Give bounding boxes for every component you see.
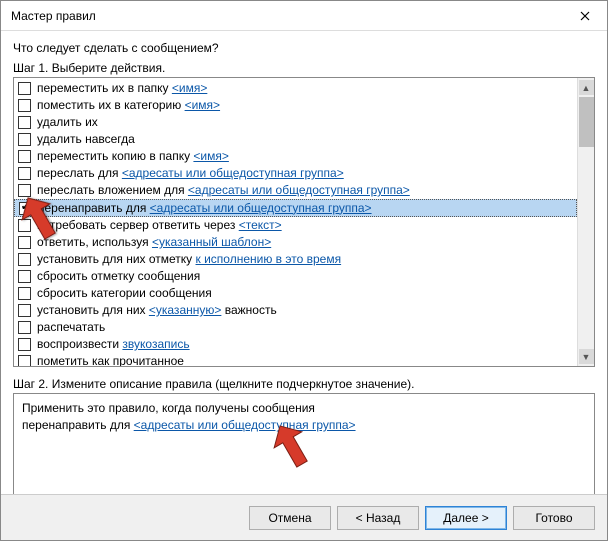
action-checkbox[interactable] xyxy=(18,184,31,197)
action-checkbox[interactable] xyxy=(18,133,31,146)
action-link[interactable]: <указанную> xyxy=(149,303,222,317)
action-checkbox[interactable] xyxy=(18,270,31,283)
action-label: удалить навсегда xyxy=(37,131,135,148)
action-row[interactable]: распечатать xyxy=(14,319,577,336)
step1-label: Шаг 1. Выберите действия. xyxy=(13,61,595,75)
action-label: установить для них отметку к исполнению … xyxy=(37,251,341,268)
action-label: перенаправить для <адресаты или общедост… xyxy=(38,200,372,217)
cancel-button[interactable]: Отмена xyxy=(249,506,331,530)
action-row[interactable]: потребовать сервер ответить через <текст… xyxy=(14,217,577,234)
action-row[interactable]: переслать вложением для <адресаты или об… xyxy=(14,182,577,199)
finish-button[interactable]: Готово xyxy=(513,506,595,530)
actions-listbox: переместить их в папку <имя>поместить их… xyxy=(13,77,595,367)
action-label: поместить их в категорию <имя> xyxy=(37,97,220,114)
rule-description-box: Применить это правило, когда получены со… xyxy=(13,393,595,495)
action-checkbox[interactable] xyxy=(18,253,31,266)
action-label: сбросить отметку сообщения xyxy=(37,268,200,285)
action-link[interactable]: <адресаты или общедоступная группа> xyxy=(122,166,344,180)
action-checkbox[interactable] xyxy=(18,236,31,249)
action-label: переместить копию в папку <имя> xyxy=(37,148,229,165)
action-row[interactable]: пометить как прочитанное xyxy=(14,353,577,366)
close-icon xyxy=(580,11,590,21)
action-checkbox[interactable] xyxy=(18,99,31,112)
scrollbar-thumb[interactable] xyxy=(579,97,594,147)
action-link[interactable]: <имя> xyxy=(193,149,228,163)
action-row[interactable]: воспроизвести звукозапись xyxy=(14,336,577,353)
rule-desc-line1: Применить это правило, когда получены со… xyxy=(22,400,586,417)
action-label: потребовать сервер ответить через <текст… xyxy=(37,217,282,234)
action-row[interactable]: переслать для <адресаты или общедоступна… xyxy=(14,165,577,182)
close-button[interactable] xyxy=(563,1,607,31)
action-checkbox[interactable] xyxy=(18,82,31,95)
action-row[interactable]: поместить их в категорию <имя> xyxy=(14,97,577,114)
scroll-up-icon[interactable]: ▲ xyxy=(579,80,594,95)
rule-desc-line2: перенаправить для <адресаты или общедост… xyxy=(22,417,586,434)
action-checkbox[interactable] xyxy=(18,304,31,317)
scrollbar[interactable]: ▲ ▼ xyxy=(577,78,594,366)
action-row[interactable]: сбросить отметку сообщения xyxy=(14,268,577,285)
action-row[interactable]: переместить копию в папку <имя> xyxy=(14,148,577,165)
back-button[interactable]: < Назад xyxy=(337,506,419,530)
action-checkbox[interactable] xyxy=(18,355,31,366)
action-link[interactable]: <указанный шаблон> xyxy=(152,235,271,249)
action-label: ответить, используя <указанный шаблон> xyxy=(37,234,271,251)
action-link[interactable]: <имя> xyxy=(172,81,207,95)
action-label: удалить их xyxy=(37,114,98,131)
action-label: воспроизвести звукозапись xyxy=(37,336,190,353)
action-row[interactable]: переместить их в папку <имя> xyxy=(14,80,577,97)
action-link[interactable]: <текст> xyxy=(239,218,282,232)
action-label: установить для них <указанную> важность xyxy=(37,302,277,319)
action-label: сбросить категории сообщения xyxy=(37,285,212,302)
question-text: Что следует сделать с сообщением? xyxy=(13,41,595,55)
action-row[interactable]: перенаправить для <адресаты или общедост… xyxy=(14,199,577,217)
action-link[interactable]: <имя> xyxy=(185,98,220,112)
action-checkbox[interactable] xyxy=(18,167,31,180)
action-row[interactable]: удалить навсегда xyxy=(14,131,577,148)
action-label: распечатать xyxy=(37,319,105,336)
action-checkbox[interactable] xyxy=(18,287,31,300)
action-link[interactable]: <адресаты или общедоступная группа> xyxy=(188,183,410,197)
action-checkbox[interactable] xyxy=(18,321,31,334)
scroll-down-icon[interactable]: ▼ xyxy=(579,349,594,364)
action-row[interactable]: ответить, используя <указанный шаблон> xyxy=(14,234,577,251)
action-checkbox[interactable] xyxy=(19,202,32,215)
button-bar: Отмена < Назад Далее > Готово xyxy=(1,494,607,540)
action-row[interactable]: удалить их xyxy=(14,114,577,131)
next-button[interactable]: Далее > xyxy=(425,506,507,530)
rule-desc-link[interactable]: <адресаты или общедоступная группа> xyxy=(134,418,356,432)
action-row[interactable]: сбросить категории сообщения xyxy=(14,285,577,302)
action-checkbox[interactable] xyxy=(18,116,31,129)
action-link[interactable]: <адресаты или общедоступная группа> xyxy=(150,201,372,215)
action-checkbox[interactable] xyxy=(18,219,31,232)
step2-label: Шаг 2. Измените описание правила (щелкни… xyxy=(13,377,595,391)
action-label: переместить их в папку <имя> xyxy=(37,80,207,97)
action-label: переслать вложением для <адресаты или об… xyxy=(37,182,410,199)
window-title: Мастер правил xyxy=(11,9,96,23)
action-checkbox[interactable] xyxy=(18,338,31,351)
action-label: пометить как прочитанное xyxy=(37,353,184,366)
title-bar: Мастер правил xyxy=(1,1,607,31)
action-row[interactable]: установить для них <указанную> важность xyxy=(14,302,577,319)
action-label: переслать для <адресаты или общедоступна… xyxy=(37,165,344,182)
action-link[interactable]: к исполнению в это время xyxy=(196,252,342,266)
action-link[interactable]: звукозапись xyxy=(122,337,189,351)
action-checkbox[interactable] xyxy=(18,150,31,163)
action-row[interactable]: установить для них отметку к исполнению … xyxy=(14,251,577,268)
